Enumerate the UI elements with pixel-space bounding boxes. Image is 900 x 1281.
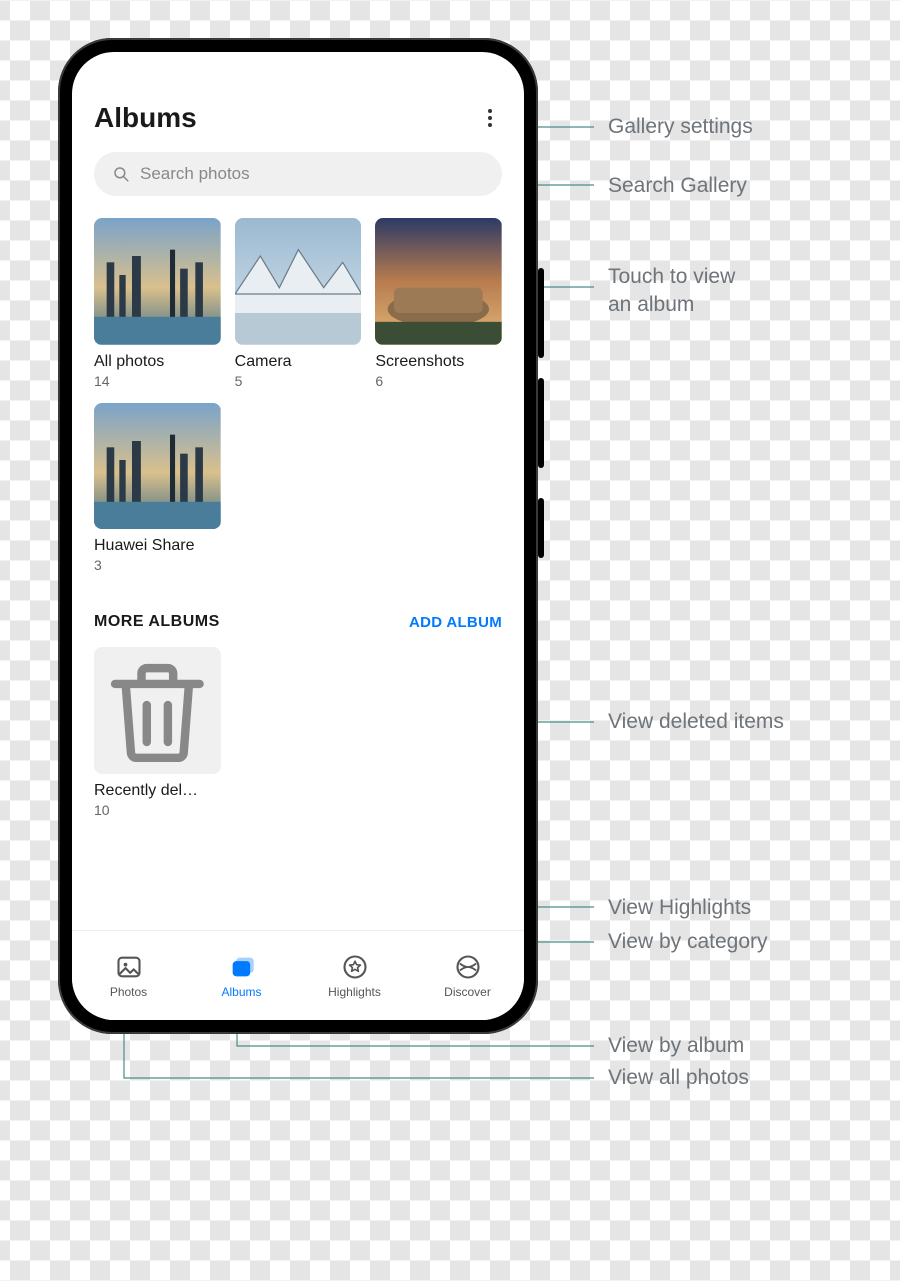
albums-grid: All photos 14 Camera <box>94 218 502 573</box>
nav-discover[interactable]: Discover <box>411 931 524 1020</box>
album-count: 10 <box>94 802 221 818</box>
album-screenshots[interactable]: Screenshots 6 <box>375 218 502 389</box>
page-title: Albums <box>94 102 197 134</box>
discover-icon <box>454 953 482 981</box>
callout-highlights: View Highlights <box>608 894 751 922</box>
search-placeholder: Search photos <box>140 164 250 184</box>
album-count: 5 <box>235 373 362 389</box>
album-name: Camera <box>235 353 362 371</box>
more-albums-header: MORE ALBUMS ADD ALBUM <box>94 613 502 631</box>
nav-label: Photos <box>110 985 147 999</box>
album-thumb <box>235 218 362 345</box>
nav-label: Highlights <box>328 985 381 999</box>
nav-albums[interactable]: Albums <box>185 931 298 1020</box>
callout-album: Touch to view an album <box>608 263 735 320</box>
album-name: Huawei Share <box>94 537 221 555</box>
header: Albums <box>94 102 502 134</box>
nav-photos[interactable]: Photos <box>72 931 185 1020</box>
callout-category: View by category <box>608 928 768 956</box>
album-huawei-share[interactable]: Huawei Share 3 <box>94 403 221 574</box>
more-albums-grid: Recently del… 10 <box>94 647 502 818</box>
photo-icon <box>115 953 143 981</box>
album-thumb <box>94 218 221 345</box>
albums-icon <box>228 953 256 981</box>
nav-label: Albums <box>221 985 261 999</box>
album-recently-deleted[interactable]: Recently del… 10 <box>94 647 221 818</box>
screen: Albums Search photos <box>72 52 524 1020</box>
dots-icon <box>488 109 492 113</box>
search-icon <box>112 165 130 183</box>
phone-frame: Albums Search photos <box>58 38 538 1034</box>
album-thumb <box>375 218 502 345</box>
album-count: 14 <box>94 373 221 389</box>
album-count: 3 <box>94 557 221 573</box>
diagram-stage: Gallery settings Search Gallery Touch to… <box>0 0 900 1281</box>
album-all-photos[interactable]: All photos 14 <box>94 218 221 389</box>
album-name: Recently del… <box>94 782 221 800</box>
album-name: All photos <box>94 353 221 371</box>
nav-highlights[interactable]: Highlights <box>298 931 411 1020</box>
album-count: 6 <box>375 373 502 389</box>
nav-label: Discover <box>444 985 491 999</box>
callout-by-album: View by album <box>608 1032 744 1060</box>
star-circle-icon <box>341 953 369 981</box>
more-menu-button[interactable] <box>478 106 502 130</box>
album-name: Screenshots <box>375 353 502 371</box>
bottom-nav: Photos Albums Highlights <box>72 930 524 1020</box>
trash-icon <box>94 647 221 774</box>
add-album-button[interactable]: ADD ALBUM <box>409 614 502 631</box>
callout-settings: Gallery settings <box>608 113 753 141</box>
callout-all-photos: View all photos <box>608 1064 749 1092</box>
album-camera[interactable]: Camera 5 <box>235 218 362 389</box>
callout-search: Search Gallery <box>608 172 747 200</box>
more-albums-heading: MORE ALBUMS <box>94 613 220 631</box>
callout-deleted: View deleted items <box>608 708 784 736</box>
album-thumb <box>94 403 221 530</box>
search-input[interactable]: Search photos <box>94 152 502 196</box>
